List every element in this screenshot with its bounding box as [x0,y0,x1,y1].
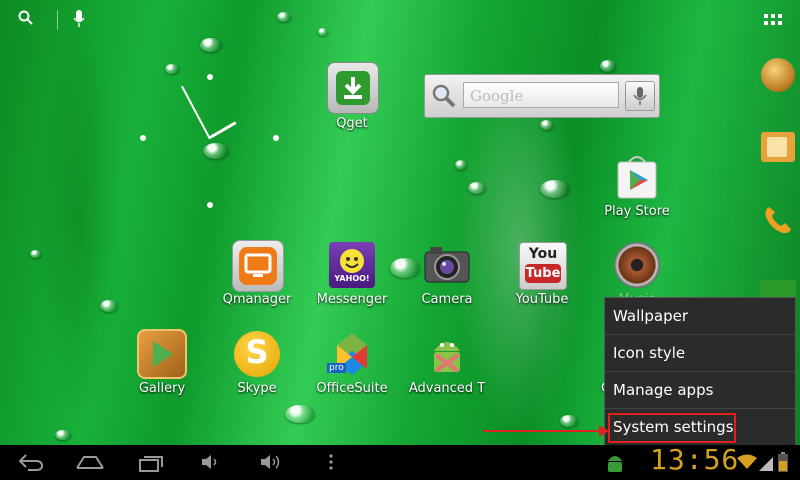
clock-tick [140,135,146,141]
gallery-icon [137,329,187,379]
raindrop [285,405,315,423]
home-icon[interactable] [75,454,105,475]
mic-icon[interactable] [73,10,85,32]
speaker-icon [614,242,660,288]
youtube-icon: You Tube [519,242,567,290]
app-qmanager[interactable]: Qmanager [212,240,302,307]
download-icon [327,62,379,114]
system-bar: 13:56 [0,443,800,480]
raindrop [468,182,486,194]
app-camera[interactable]: Camera [402,240,492,307]
app-label: Play Store [604,204,670,219]
clock-tick [207,202,213,208]
all-apps-grid-icon[interactable] [764,13,782,32]
app-label: Qget [336,116,368,131]
shopping-bag-icon [612,152,662,202]
app-skype[interactable]: S Skype [212,329,302,396]
menu-item-system-settings[interactable]: System settings [605,409,795,446]
officesuite-icon: pro [327,329,377,379]
wifi-icon [737,454,757,475]
raindrop [277,12,291,22]
back-icon[interactable] [18,453,44,476]
recent-apps-icon[interactable] [138,454,164,477]
app-label: Advanced T [408,381,486,396]
pro-badge: pro [327,363,346,373]
app-label: Qmanager [222,292,292,307]
app-officesuite[interactable]: pro OfficeSuite [307,329,397,396]
raindrop [100,300,118,312]
app-label: Gallery [138,381,186,396]
app-label: Skype [237,381,277,396]
battery-icon [778,452,788,477]
android-robot-icon [422,329,472,379]
messaging-icon[interactable] [760,280,796,298]
app-label: OfficeSuite [316,381,388,396]
youtube-tube: Tube [525,264,561,283]
youtube-you: You [528,246,558,262]
status-time[interactable]: 13:56 [650,443,739,476]
coin-app-icon[interactable] [761,58,795,92]
volume-down-icon[interactable] [200,454,220,475]
app-messenger[interactable]: YAHOO! Messenger [307,240,397,307]
yahoo-messenger-icon: YAHOO! [329,242,375,288]
skype-s: S [245,333,269,371]
volume-up-icon[interactable] [259,454,283,475]
google-search-field[interactable]: Google [463,82,619,108]
app-gallery[interactable]: Gallery [117,329,207,396]
menu-item-icon-style[interactable]: Icon style [605,335,795,372]
signal-icon [759,455,773,476]
app-advanced-task-killer[interactable]: Advanced T [402,329,492,396]
clock-tick [273,135,279,141]
camera-icon [422,240,472,290]
menu-item-manage-apps[interactable]: Manage apps [605,372,795,409]
android-notification-icon[interactable] [606,453,624,478]
raindrop [55,430,71,440]
raindrop [600,60,616,72]
app-label: Messenger [316,292,388,307]
raindrop [540,180,570,198]
clock-hour-hand [209,121,237,139]
raindrop [200,38,222,52]
voice-search-icon[interactable] [625,81,655,111]
app-play-store[interactable]: Play Store [592,152,682,219]
options-menu: Wallpaper Icon style Manage apps System … [604,297,796,447]
overflow-menu-icon[interactable] [328,454,334,475]
search-icon[interactable] [18,10,34,30]
app-label: Camera [421,292,473,307]
annotation-arrow [483,425,609,437]
highlight-box [608,413,736,443]
clock-tick [207,74,213,80]
raindrop [455,160,467,170]
divider [57,10,58,30]
phone-icon[interactable] [762,204,794,240]
app-label: YouTube [515,292,569,307]
raindrop [540,120,554,130]
magnifier-icon [431,83,457,113]
menu-item-wallpaper[interactable]: Wallpaper [605,298,795,335]
clock-minute-hand [180,85,211,140]
monitor-icon [232,240,284,292]
contact-card [767,137,787,157]
app-youtube[interactable]: You Tube YouTube [497,240,587,307]
app-qget[interactable]: Qget [307,62,397,131]
google-search-widget[interactable]: Google [424,74,660,118]
analog-clock-widget[interactable] [120,62,310,232]
raindrop [30,250,42,258]
raindrop [560,415,578,427]
contacts-icon[interactable] [761,132,795,162]
skype-icon: S [234,331,280,377]
yahoo-badge: YAHOO! [334,274,370,283]
raindrop [318,28,328,36]
